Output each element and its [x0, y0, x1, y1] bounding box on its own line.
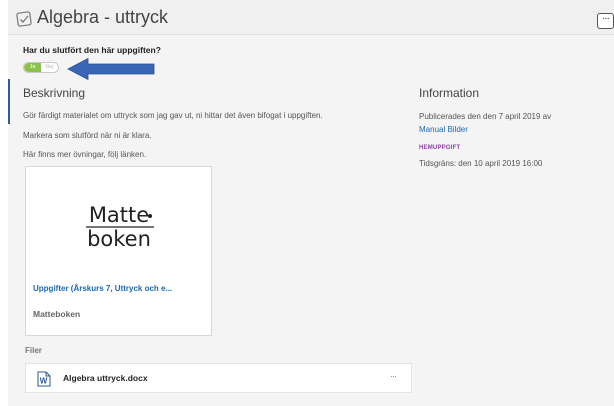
- page-title: Algebra - uttryck: [37, 7, 169, 27]
- file-item[interactable]: W Algebra uttryck.docx ···: [25, 363, 412, 393]
- file-name[interactable]: Algebra uttryck.docx: [63, 373, 148, 383]
- logo-text-line2: boken: [87, 227, 151, 251]
- resource-link-title[interactable]: Uppgifter (Årskurs 7, Uttryck och e...: [33, 284, 172, 293]
- assignment-check-icon: [16, 11, 32, 27]
- files-heading: Filer: [25, 346, 42, 355]
- information-heading: Information: [419, 86, 480, 100]
- svg-text:W: W: [40, 377, 48, 386]
- resource-source: Matteboken: [33, 309, 81, 319]
- toggle-yes-option[interactable]: Ja: [24, 63, 41, 72]
- file-more-button[interactable]: ···: [390, 371, 397, 381]
- matteboken-logo: Matte boken: [86, 203, 154, 251]
- section-accent-bar: [8, 79, 10, 124]
- description-line: Här finns mer övningar, följ länken.: [23, 150, 147, 159]
- completion-toggle[interactable]: Ja Nej: [23, 62, 59, 73]
- resource-link-card[interactable]: Matte boken Uppgifter (Årskurs 7, Uttryc…: [25, 166, 212, 336]
- deadline-text: Tidsgräns: den 10 april 2019 16:00: [419, 159, 543, 168]
- annotation-arrow-icon: [67, 57, 155, 81]
- toggle-no-option[interactable]: Nej: [41, 63, 58, 72]
- completion-question: Har du slutfört den här uppgiften?: [23, 45, 161, 55]
- assignment-type-badge: HEMUPPGIFT: [419, 145, 461, 151]
- logo-text-line1: Matte: [89, 203, 149, 227]
- word-doc-icon: W: [37, 371, 51, 387]
- author-link[interactable]: Manual Bilder: [419, 125, 468, 134]
- description-heading: Beskrivning: [23, 86, 86, 100]
- published-text: Publicerades den den 7 april 2019 av: [419, 112, 552, 121]
- more-options-button[interactable]: ···: [597, 13, 614, 29]
- description-line: Markera som slutförd när ni är klara.: [23, 131, 152, 140]
- description-line: Gör färdigt materialet om uttryck som ja…: [23, 111, 323, 120]
